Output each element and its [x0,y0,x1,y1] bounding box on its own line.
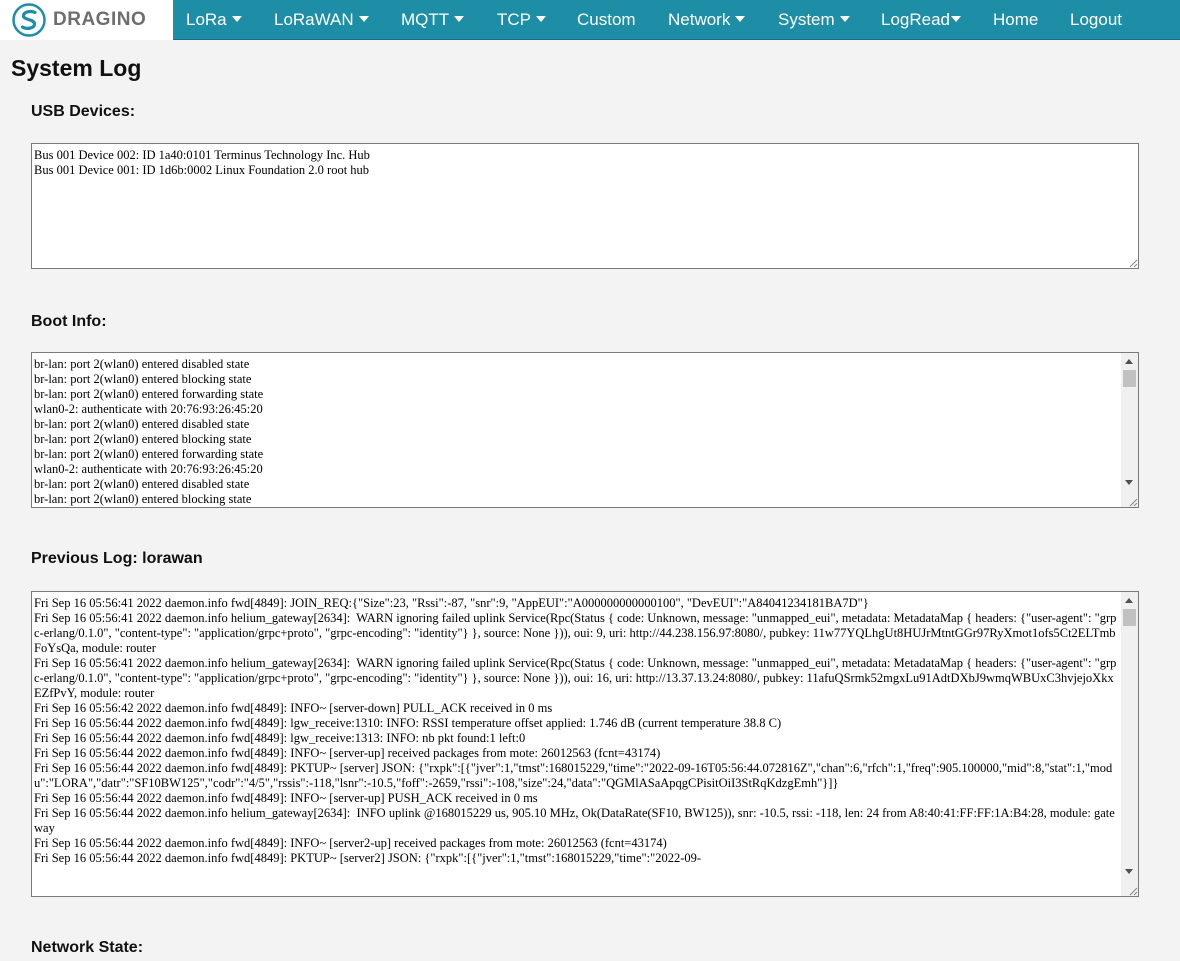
caret-down-icon [735,15,746,22]
nav-custom-label: Custom [577,10,636,29]
scroll-down-icon[interactable] [1125,869,1133,874]
nav-home-link[interactable]: Home [993,0,1038,40]
scroll-down-icon[interactable] [1125,480,1133,485]
nav-lorawan-menu[interactable]: LoRaWAN [274,0,369,40]
previous-log-text: Fri Sep 16 05:56:41 2022 daemon.info fwd… [31,591,1139,897]
boot-info-textarea[interactable]: br-lan: port 2(wlan0) entered disabled s… [31,352,1139,508]
nav-logread-label: LogRead [881,10,951,29]
nav-logout-label: Logout [1070,10,1122,29]
nav-system-label: System [778,10,835,29]
previous-log-textarea[interactable]: Fri Sep 16 05:56:41 2022 daemon.info fwd… [31,591,1139,897]
scrollbar-thumb[interactable] [1123,370,1136,387]
nav-lora-label: LoRa [186,10,227,29]
nav-tcp-label: TCP [497,10,531,29]
nav-network-label: Network [668,10,731,29]
nav-system-menu[interactable]: System [778,0,850,40]
usb-devices-text: Bus 001 Device 002: ID 1a40:0101 Terminu… [31,143,1139,269]
caret-down-icon [839,15,850,22]
nav-logout-link[interactable]: Logout [1070,0,1122,40]
nav-logread-menu[interactable]: LogRead [881,0,962,40]
nav-custom-link[interactable]: Custom [577,0,636,40]
nav-lora-menu[interactable]: LoRa [186,0,242,40]
usb-devices-textarea[interactable]: Bus 001 Device 002: ID 1a40:0101 Terminu… [31,143,1139,269]
nav-home-label: Home [993,10,1039,29]
caret-down-icon [951,15,962,22]
resize-grip-icon[interactable] [1128,497,1138,507]
caret-down-icon [454,15,465,22]
previous-log-scrollbar[interactable] [1121,592,1138,896]
nav-mqtt-menu[interactable]: MQTT [401,0,465,40]
brand-name: DRAGINO [53,9,147,30]
caret-down-icon [358,15,369,22]
scroll-up-icon[interactable] [1125,598,1133,603]
network-state-label: Network State: [31,939,144,956]
boot-info-text: br-lan: port 2(wlan0) entered disabled s… [31,352,1139,508]
nav-lorawan-label: LoRaWAN [274,10,354,29]
boot-info-scrollbar[interactable] [1121,353,1138,507]
nav-mqtt-label: MQTT [401,10,450,29]
dragino-logo-icon [12,3,46,37]
boot-info-label: Boot Info: [31,313,107,330]
resize-grip-icon[interactable] [1128,258,1138,268]
caret-down-icon [536,15,546,22]
usb-devices-label: USB Devices: [31,103,136,120]
scrollbar-thumb[interactable] [1123,609,1136,626]
dragino-logo[interactable]: DRAGINO [0,0,173,40]
nav-tcp-menu[interactable]: TCP [497,0,546,40]
previous-log-label: Previous Log: lorawan [31,550,203,567]
resize-grip-icon[interactable] [1128,886,1138,896]
scroll-up-icon[interactable] [1125,359,1133,364]
nav-network-menu[interactable]: Network [668,0,746,40]
page-title: System Log [11,55,142,81]
caret-down-icon [231,15,242,22]
top-navbar: DRAGINO LoRa LoRaWAN MQTT TCP Custom Net… [0,0,1180,40]
